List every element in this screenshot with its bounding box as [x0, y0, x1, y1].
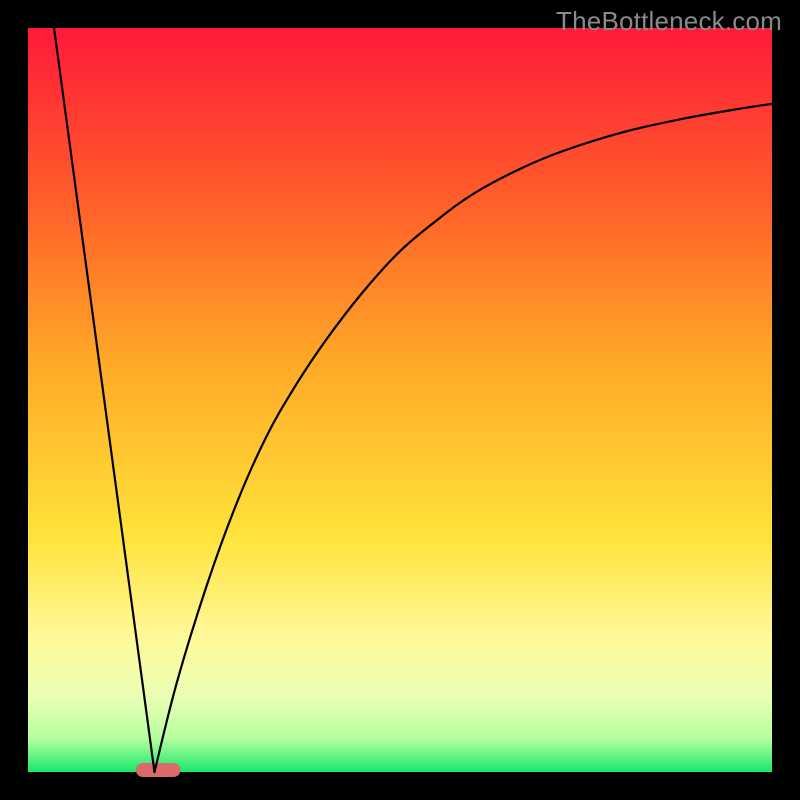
chart-svg — [0, 0, 800, 800]
bottleneck-chart: TheBottleneck.com — [0, 0, 800, 800]
optimal-band-marker — [136, 763, 181, 777]
watermark-text: TheBottleneck.com — [556, 6, 782, 37]
